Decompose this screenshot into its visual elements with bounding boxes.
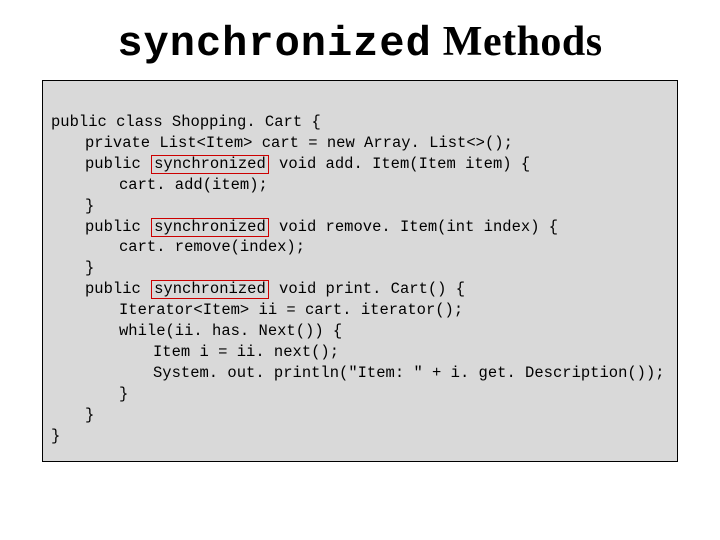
title-rest: Methods [443, 19, 603, 65]
code-line: System. out. println("Item: " + i. get. … [51, 363, 665, 384]
highlight-synchronized: synchronized [151, 155, 269, 174]
code-line: } [51, 196, 94, 217]
code-line: public class Shopping. Cart { [51, 113, 321, 131]
highlight-synchronized: synchronized [151, 280, 269, 299]
code-line: public synchronized void print. Cart() { [51, 279, 465, 300]
code-line: cart. add(item); [51, 175, 268, 196]
code-line: private List<Item> cart = new Array. Lis… [51, 133, 513, 154]
code-line: } [51, 405, 94, 426]
code-line: Item i = ii. next(); [51, 342, 339, 363]
code-line: } [51, 258, 94, 279]
slide-title: synchronized Methods [0, 18, 720, 68]
slide: { "title": { "word1": "synchronized", "w… [0, 18, 720, 540]
code-text: void print. Cart() { [270, 280, 465, 298]
code-text: public [85, 155, 150, 173]
code-line: } [51, 384, 128, 405]
code-text: void remove. Item(int index) { [270, 218, 558, 236]
highlight-synchronized: synchronized [151, 218, 269, 237]
code-line: } [51, 427, 60, 445]
code-line: cart. remove(index); [51, 237, 305, 258]
code-text: public [85, 218, 150, 236]
code-text: void add. Item(Item item) { [270, 155, 530, 173]
code-line: public synchronized void add. Item(Item … [51, 154, 530, 175]
code-line: public synchronized void remove. Item(in… [51, 217, 558, 238]
code-listing: public class Shopping. Cart { private Li… [51, 91, 669, 447]
title-keyword: synchronized [117, 20, 431, 68]
code-text: public [85, 280, 150, 298]
code-line: Iterator<Item> ii = cart. iterator(); [51, 300, 463, 321]
code-box: public class Shopping. Cart { private Li… [42, 80, 678, 462]
code-line: while(ii. has. Next()) { [51, 321, 342, 342]
